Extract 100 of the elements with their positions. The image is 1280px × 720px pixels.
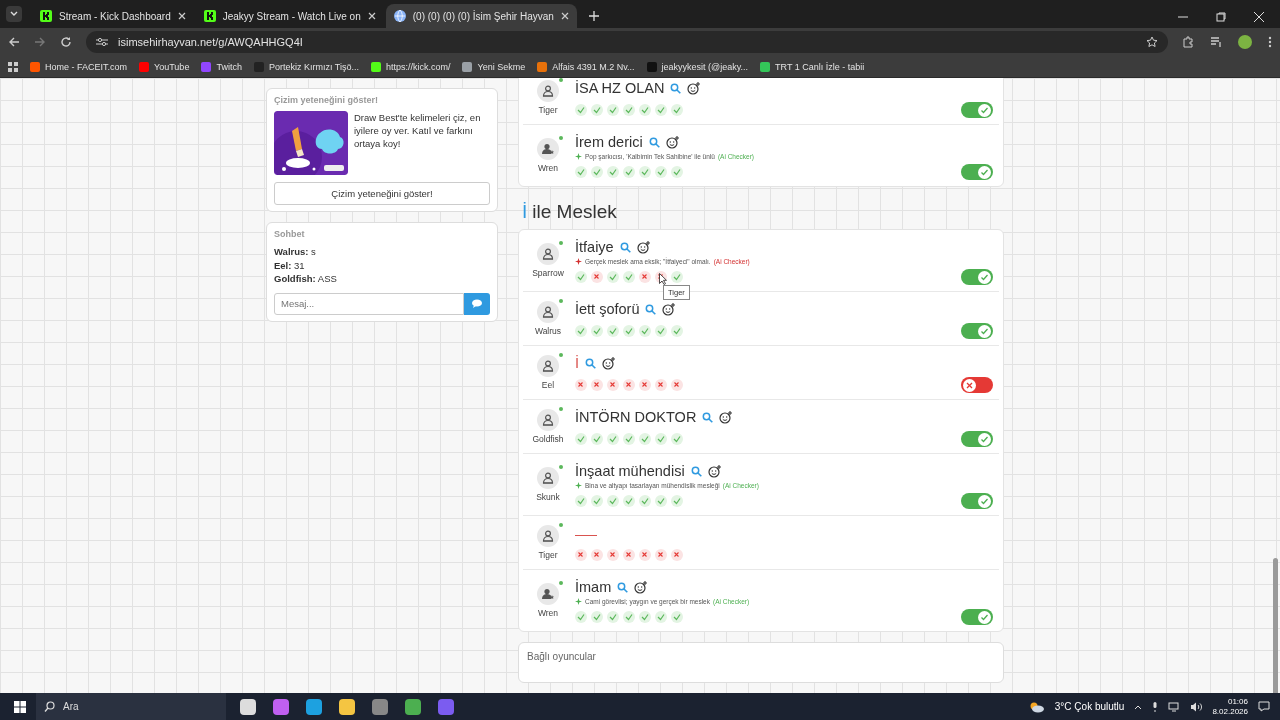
vote-cross-icon[interactable] [575, 549, 587, 561]
vote-check-icon[interactable] [575, 271, 587, 283]
vote-check-icon[interactable] [575, 495, 587, 507]
vote-cross-icon[interactable] [639, 549, 651, 561]
message-field[interactable]: Mesaj... [274, 292, 464, 315]
vote-check-icon[interactable] [623, 325, 635, 337]
vote-check-icon[interactable] [591, 495, 603, 507]
extensions-icon[interactable] [1182, 36, 1194, 48]
vote-check-icon[interactable] [591, 433, 603, 445]
smiley-plus-icon[interactable] [634, 580, 648, 594]
vote-check-icon[interactable] [591, 166, 603, 178]
close-icon[interactable] [560, 12, 569, 20]
vote-check-icon[interactable] [607, 271, 619, 283]
smiley-plus-icon[interactable] [665, 135, 679, 149]
scrollbar[interactable] [1273, 558, 1278, 693]
accept-toggle[interactable] [961, 377, 993, 393]
vote-check-icon[interactable] [639, 166, 651, 178]
vote-check-icon[interactable] [575, 325, 587, 337]
vote-check-icon[interactable] [655, 433, 667, 445]
forward-icon[interactable] [34, 36, 46, 48]
bookmark-item[interactable]: Twitch [201, 61, 242, 72]
vote-check-icon[interactable] [591, 325, 603, 337]
tab-list-button[interactable] [6, 6, 22, 22]
vote-check-icon[interactable] [623, 104, 635, 116]
smiley-plus-icon[interactable] [707, 464, 721, 478]
vote-check-icon[interactable] [671, 495, 683, 507]
reload-icon[interactable] [60, 36, 72, 48]
back-icon[interactable] [8, 36, 20, 48]
vote-check-icon[interactable] [671, 166, 683, 178]
vote-cross-icon[interactable] [639, 271, 651, 283]
close-icon[interactable] [367, 12, 376, 20]
vote-check-icon[interactable] [671, 325, 683, 337]
send-button[interactable] [464, 292, 490, 315]
smiley-plus-icon[interactable] [636, 240, 650, 254]
vote-cross-icon[interactable] [591, 379, 603, 391]
search-icon[interactable] [702, 411, 714, 423]
search-icon[interactable] [619, 241, 631, 253]
vote-check-icon[interactable] [639, 495, 651, 507]
vote-check-icon[interactable] [655, 611, 667, 623]
vote-cross-icon[interactable] [591, 271, 603, 283]
vote-cross-icon[interactable] [607, 549, 619, 561]
vote-cross-icon[interactable] [623, 379, 635, 391]
draw-button[interactable]: Çizim yeteneğini göster! [274, 182, 490, 205]
vote-check-icon[interactable] [623, 611, 635, 623]
taskbar-clock[interactable]: 01:06 8.02.2026 [1212, 696, 1248, 717]
vote-check-icon[interactable] [575, 104, 587, 116]
vote-check-icon[interactable] [575, 433, 587, 445]
search-icon[interactable] [645, 303, 657, 315]
vote-check-icon[interactable] [639, 611, 651, 623]
vote-cross-icon[interactable] [655, 379, 667, 391]
vote-cross-icon[interactable] [591, 549, 603, 561]
search-icon[interactable] [690, 465, 702, 477]
bookmark-item[interactable]: Home - FACEIT.com [30, 61, 127, 72]
vote-check-icon[interactable] [671, 271, 683, 283]
smiley-plus-icon[interactable] [662, 302, 676, 316]
menu-icon[interactable] [1268, 36, 1272, 48]
vote-check-icon[interactable] [623, 433, 635, 445]
new-tab-icon[interactable] [588, 11, 599, 21]
bookmark-star-icon[interactable] [1146, 36, 1158, 48]
restore-icon[interactable] [1216, 12, 1226, 22]
vote-check-icon[interactable] [591, 611, 603, 623]
bookmark-item[interactable]: jeakyykesit (@jeaky... [646, 61, 749, 72]
accept-toggle[interactable] [961, 609, 993, 625]
taskbar-search[interactable]: Ara [36, 693, 226, 720]
vote-check-icon[interactable] [655, 325, 667, 337]
vote-check-icon[interactable] [607, 166, 619, 178]
vote-check-icon[interactable] [591, 104, 603, 116]
accept-toggle[interactable] [961, 164, 993, 180]
browser-tab[interactable]: (0) (0) (0) (0) İsim Şehir Hayvan [385, 4, 577, 28]
vote-check-icon[interactable] [575, 166, 587, 178]
vote-cross-icon[interactable] [655, 549, 667, 561]
vote-cross-icon[interactable] [671, 379, 683, 391]
close-icon[interactable] [1254, 12, 1264, 22]
vote-check-icon[interactable] [575, 611, 587, 623]
vote-check-icon[interactable] [639, 433, 651, 445]
vote-check-icon[interactable] [607, 325, 619, 337]
accept-toggle[interactable] [961, 102, 993, 118]
vote-check-icon[interactable] [655, 166, 667, 178]
network-icon[interactable] [1168, 701, 1181, 712]
close-icon[interactable] [177, 12, 186, 20]
vote-cross-icon[interactable] [623, 549, 635, 561]
browser-tab[interactable]: Stream - Kick Dashboard [32, 4, 194, 28]
microphone-icon[interactable] [1152, 701, 1159, 712]
vote-check-icon[interactable] [607, 433, 619, 445]
smiley-plus-icon[interactable] [719, 410, 733, 424]
bookmark-item[interactable]: Yeni Sekme [462, 61, 526, 72]
vote-check-icon[interactable] [671, 104, 683, 116]
bookmark-item[interactable]: TRT 1 Canlı İzle - tabii [760, 61, 865, 72]
accept-toggle[interactable] [961, 269, 993, 285]
accept-toggle[interactable] [961, 431, 993, 447]
vote-check-icon[interactable] [655, 104, 667, 116]
vote-check-icon[interactable] [607, 104, 619, 116]
vote-check-icon[interactable] [655, 495, 667, 507]
vote-cross-icon[interactable] [575, 379, 587, 391]
vote-check-icon[interactable] [623, 166, 635, 178]
vote-check-icon[interactable] [671, 611, 683, 623]
smiley-plus-icon[interactable] [602, 356, 616, 370]
apps-grid-icon[interactable] [8, 61, 18, 72]
vote-cross-icon[interactable] [639, 379, 651, 391]
search-icon[interactable] [617, 581, 629, 593]
